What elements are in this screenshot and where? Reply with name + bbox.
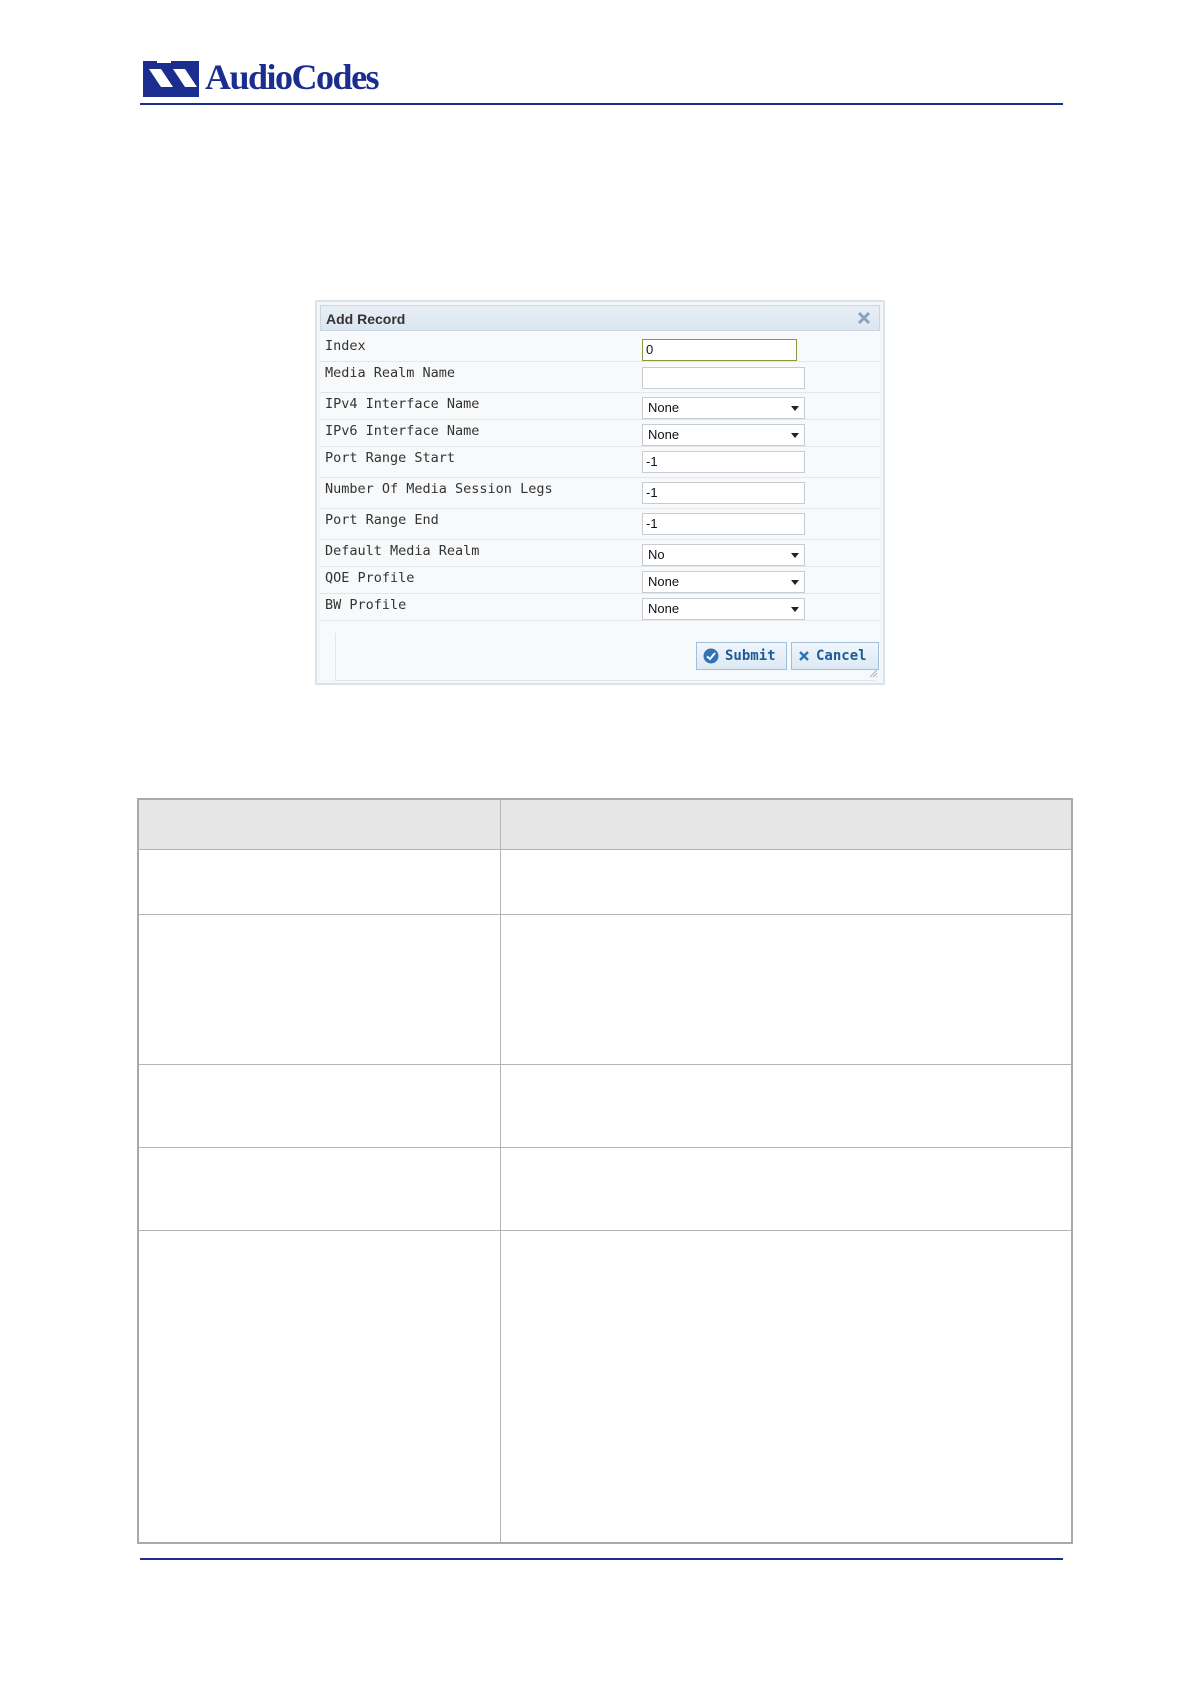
cancel-button[interactable]: Cancel bbox=[791, 642, 879, 670]
submit-label: Submit bbox=[725, 648, 776, 664]
index-input[interactable]: 0 bbox=[642, 339, 797, 361]
field-label: Default Media Realm bbox=[325, 543, 480, 559]
media-realm-name-input[interactable] bbox=[642, 367, 805, 389]
cancel-label: Cancel bbox=[816, 648, 867, 664]
button-area-bottom-line bbox=[335, 680, 875, 681]
field-label: Media Realm Name bbox=[325, 365, 456, 381]
field-label: Index bbox=[325, 338, 366, 354]
logo-wordmark: AudioCodes bbox=[205, 57, 380, 97]
audiocodes-logo: AudioCodes bbox=[143, 56, 380, 98]
close-icon[interactable] bbox=[857, 311, 871, 325]
field-row-ipv4-interface: IPv4 Interface Name None bbox=[320, 393, 880, 420]
field-row-index: Index 0 bbox=[320, 335, 880, 362]
media-session-legs-input[interactable]: -1 bbox=[642, 482, 805, 504]
bw-profile-select[interactable]: None bbox=[642, 598, 805, 620]
form-fields: Index 0 Media Realm Name IPv4 Interface … bbox=[320, 335, 880, 621]
field-row-media-session-legs: Number Of Media Session Legs -1 bbox=[320, 478, 880, 509]
table-header bbox=[139, 800, 1071, 850]
field-row-port-range-end: Port Range End -1 bbox=[320, 509, 880, 540]
select-value: None bbox=[648, 427, 680, 442]
field-label: IPv6 Interface Name bbox=[325, 423, 480, 439]
field-row-bw-profile: BW Profile None bbox=[320, 594, 880, 621]
field-label: Port Range End bbox=[325, 512, 439, 528]
select-value: No bbox=[648, 547, 665, 562]
port-range-end-input[interactable]: -1 bbox=[642, 513, 805, 535]
field-label: Port Range Start bbox=[325, 450, 456, 466]
select-value: None bbox=[648, 400, 680, 415]
select-value: None bbox=[648, 601, 680, 616]
field-row-media-realm-name: Media Realm Name bbox=[320, 362, 880, 393]
field-label: IPv4 Interface Name bbox=[325, 396, 480, 412]
qoe-profile-select[interactable]: None bbox=[642, 571, 805, 593]
field-label: Number Of Media Session Legs bbox=[325, 481, 553, 497]
default-media-realm-select[interactable]: No bbox=[642, 544, 805, 566]
audiocodes-logo-icon bbox=[143, 57, 199, 97]
port-range-start-input[interactable]: -1 bbox=[642, 451, 805, 473]
field-row-qoe-profile: QOE Profile None bbox=[320, 567, 880, 594]
header-rule bbox=[140, 103, 1063, 105]
field-label: QOE Profile bbox=[325, 570, 415, 586]
ipv6-interface-select[interactable]: None bbox=[642, 424, 805, 446]
button-area-divider bbox=[335, 633, 336, 681]
field-row-ipv6-interface: IPv6 Interface Name None bbox=[320, 420, 880, 447]
table-column-divider bbox=[500, 800, 501, 1542]
chevron-down-icon bbox=[791, 433, 799, 438]
field-row-port-range-start: Port Range Start -1 bbox=[320, 447, 880, 478]
dialog-body: Add Record Index 0 Media Realm Name IPv4… bbox=[320, 305, 880, 681]
check-circle-icon bbox=[703, 648, 719, 664]
select-value: None bbox=[648, 574, 680, 589]
table-row-divider bbox=[139, 1064, 1071, 1065]
submit-button[interactable]: Submit bbox=[696, 642, 787, 670]
close-icon bbox=[799, 651, 809, 661]
dialog-title: Add Record bbox=[326, 311, 406, 327]
table-row-divider bbox=[139, 914, 1071, 915]
chevron-down-icon bbox=[791, 553, 799, 558]
parameter-table bbox=[137, 798, 1073, 1544]
table-row-divider bbox=[139, 1147, 1071, 1148]
dialog-title-bar: Add Record bbox=[320, 305, 880, 331]
ipv4-interface-select[interactable]: None bbox=[642, 397, 805, 419]
field-label: BW Profile bbox=[325, 597, 407, 613]
add-record-dialog: Add Record Index 0 Media Realm Name IPv4… bbox=[315, 300, 885, 685]
resize-grip-icon[interactable] bbox=[869, 669, 878, 678]
footer-rule bbox=[140, 1558, 1063, 1560]
chevron-down-icon bbox=[791, 406, 799, 411]
table-row-divider bbox=[139, 1230, 1071, 1231]
chevron-down-icon bbox=[791, 607, 799, 612]
chevron-down-icon bbox=[791, 580, 799, 585]
field-row-default-media-realm: Default Media Realm No bbox=[320, 540, 880, 567]
